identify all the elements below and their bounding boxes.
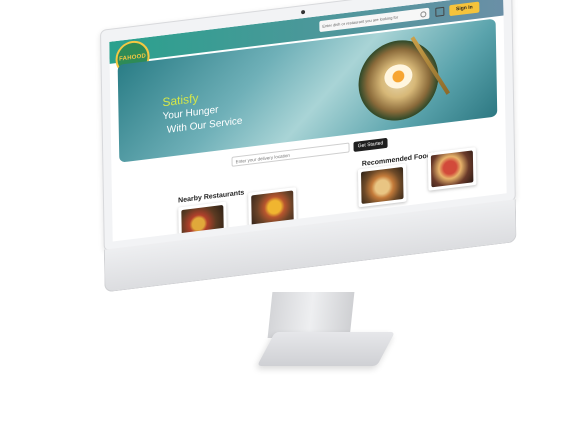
- monitor-stand-base: [256, 332, 396, 366]
- device-mockup-scene: FAHOOD Enter dish or restaurant you are …: [0, 0, 577, 433]
- food-item-card[interactable]: [427, 146, 477, 191]
- food-item-image: [430, 150, 474, 188]
- monitor: FAHOOD Enter dish or restaurant you are …: [100, 0, 535, 329]
- sign-in-button[interactable]: Sign In: [449, 1, 480, 17]
- food-item-image: [360, 166, 404, 204]
- restaurant-card[interactable]: [248, 186, 297, 231]
- fried-egg-image: [384, 62, 413, 91]
- get-started-button[interactable]: Get Started: [353, 137, 388, 152]
- search-icon[interactable]: [420, 11, 427, 18]
- search-placeholder: Enter dish or restaurant you are looking…: [322, 14, 399, 29]
- food-item-card[interactable]: [357, 163, 407, 208]
- camera-dot: [301, 9, 306, 15]
- food-plate-image: [357, 35, 440, 126]
- restaurant-image: [251, 190, 294, 228]
- website-screen: FAHOOD Enter dish or restaurant you are …: [109, 0, 507, 242]
- cart-icon[interactable]: [435, 6, 445, 17]
- nearby-restaurants-title: Nearby Restaurants: [178, 189, 245, 205]
